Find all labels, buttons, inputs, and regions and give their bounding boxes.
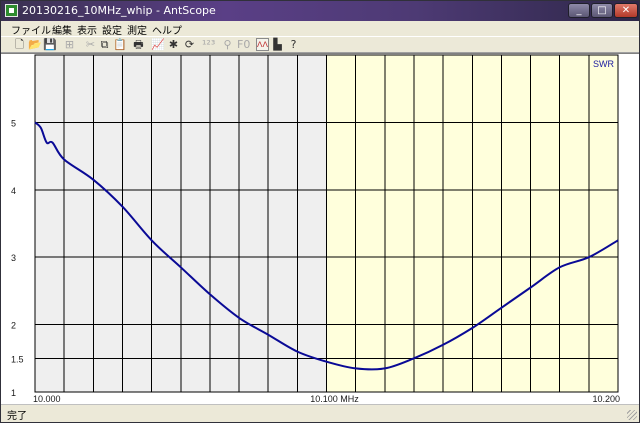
y-tick-label: 1: [11, 388, 16, 398]
menu-bar: ファイル 編集 表示 設定 測定 ヘルプ: [1, 21, 639, 37]
y-tick-label: 4: [11, 186, 16, 196]
copy-icon[interactable]: ⧉: [98, 38, 111, 51]
swr-mode-icon[interactable]: ᐱᐱ: [256, 38, 269, 51]
insert-icon[interactable]: ⊞: [63, 38, 76, 51]
menu-edit[interactable]: 編集: [52, 22, 72, 37]
swr-chart: 1 1.5 2 3 4 5 10.000 10.100 MHz 10.200 SWR: [11, 54, 620, 403]
title-bar[interactable]: 20130216_10MHz_whip - AntScope _ □ ✕: [1, 1, 639, 21]
app-icon[interactable]: [5, 4, 18, 17]
y-tick-label: 3: [11, 253, 16, 263]
graph-icon[interactable]: 📈: [151, 38, 165, 51]
maximize-button[interactable]: □: [591, 3, 613, 18]
menu-measure[interactable]: 測定: [127, 22, 147, 37]
menu-file[interactable]: ファイル: [11, 22, 51, 37]
app-window: 20130216_10MHz_whip - AntScope _ □ ✕ ファイ…: [0, 0, 640, 423]
series-label: SWR: [593, 59, 614, 69]
window-title: 20130216_10MHz_whip - AntScope: [22, 4, 216, 17]
y-tick-label: 2: [11, 321, 16, 331]
chart-area: 1 1.5 2 3 4 5 10.000 10.100 MHz 10.200 SWR: [1, 53, 639, 404]
menu-view[interactable]: 表示: [77, 22, 97, 37]
counter-icon[interactable]: ¹²³: [202, 38, 215, 51]
frequency-icon[interactable]: F0: [237, 38, 250, 51]
status-bar: 完了: [1, 404, 639, 422]
x-tick-label: 10.000: [33, 394, 61, 403]
resize-grip[interactable]: [627, 410, 637, 420]
paste-icon[interactable]: 📋: [113, 38, 127, 51]
print-icon[interactable]: 🖶: [132, 38, 145, 51]
toolbar: 🗋 📂 💾 ⊞ ✂ ⧉ 📋 🖶 📈 ✱ ⟳ ¹²³ ⚲ F0 ᐱᐱ ▙?: [1, 36, 639, 53]
x-tick-label: 10.100 MHz: [310, 394, 359, 403]
menu-settings[interactable]: 設定: [102, 22, 122, 37]
close-button[interactable]: ✕: [614, 3, 638, 18]
menu-help[interactable]: ヘルプ: [152, 22, 182, 37]
antenna-icon[interactable]: ⚲: [221, 38, 234, 51]
minimize-button[interactable]: _: [568, 3, 590, 18]
sweep-icon[interactable]: ✱: [167, 38, 180, 51]
refresh-icon[interactable]: ⟳: [183, 38, 196, 51]
cut-icon[interactable]: ✂: [84, 38, 97, 51]
y-tick-label: 1.5: [11, 354, 24, 364]
x-tick-label: 10.200: [592, 394, 620, 403]
status-text: 完了: [7, 411, 27, 422]
chart-icon[interactable]: ▙: [271, 38, 284, 51]
new-file-icon[interactable]: 🗋: [13, 38, 26, 51]
open-folder-icon[interactable]: 📂: [28, 38, 42, 51]
save-icon[interactable]: 💾: [43, 38, 57, 51]
y-tick-label: 5: [11, 118, 16, 128]
help-icon[interactable]: ?: [287, 38, 300, 51]
